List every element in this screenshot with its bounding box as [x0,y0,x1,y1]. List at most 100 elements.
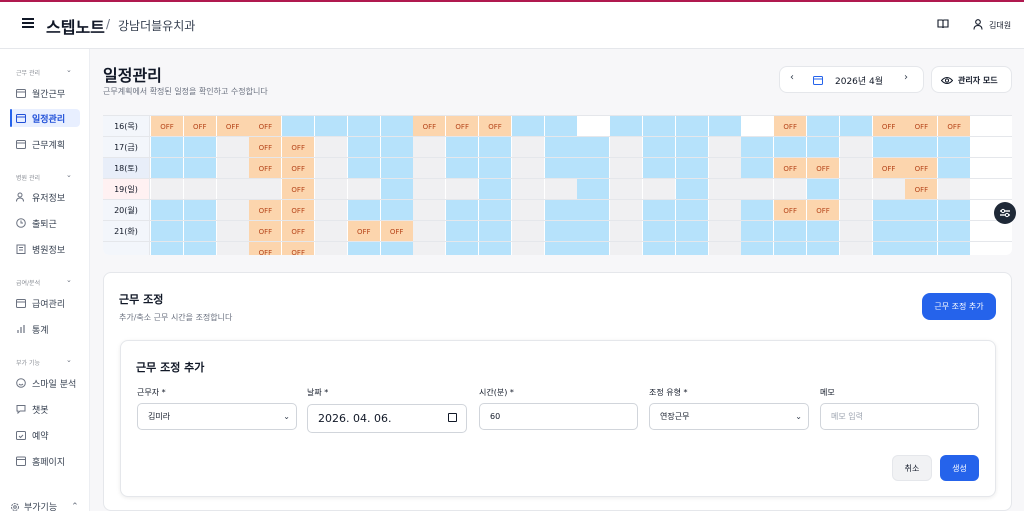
schedule-cell[interactable] [380,137,414,158]
schedule-cell[interactable] [807,179,840,200]
schedule-cell-off[interactable]: OFF [380,221,414,242]
schedule-cell[interactable] [347,179,381,200]
schedule-cell[interactable] [741,116,775,137]
schedule-cell[interactable] [511,200,545,221]
schedule-cell[interactable] [511,137,545,158]
schedule-cell-off[interactable]: OFF [872,116,906,137]
schedule-cell-off[interactable]: OFF [905,116,939,137]
schedule-cell[interactable] [446,200,480,221]
schedule-cell[interactable] [938,221,972,242]
sidebar-item-stats[interactable]: 통계 [10,320,80,338]
schedule-cell[interactable] [577,158,611,179]
schedule-cell-off[interactable]: OFF [774,158,808,179]
schedule-cell[interactable] [511,221,545,242]
schedule-cell[interactable] [413,242,447,255]
minutes-input[interactable]: 60 [479,403,638,430]
schedule-cell[interactable] [315,242,348,255]
schedule-cell[interactable] [872,242,906,255]
sidebar-item-schedule[interactable]: 일정관리 [10,109,80,127]
schedule-cell[interactable] [151,200,184,221]
schedule-cell[interactable] [380,179,414,200]
worker-select[interactable]: 김미라 ⌄ [137,403,297,430]
schedule-cell[interactable] [807,242,840,255]
schedule-cell-off[interactable]: OFF [282,242,316,255]
schedule-cell[interactable] [544,158,578,179]
schedule-cell[interactable] [643,179,676,200]
schedule-cell[interactable] [511,179,545,200]
schedule-cell[interactable] [675,242,709,255]
schedule-cell[interactable] [807,221,840,242]
schedule-cell[interactable] [839,221,873,242]
schedule-cell[interactable] [675,137,709,158]
schedule-cell-off[interactable]: OFF [183,116,217,137]
schedule-cell[interactable] [708,158,742,179]
schedule-cell[interactable] [643,158,676,179]
sidebar-item-monthly[interactable]: 월간근무 [10,84,80,102]
schedule-cell[interactable] [577,179,611,200]
schedule-cell-off[interactable]: OFF [282,221,316,242]
schedule-cell[interactable] [151,158,184,179]
schedule-cell[interactable] [479,137,512,158]
schedule-cell[interactable] [544,137,578,158]
menu-icon[interactable] [22,18,34,28]
create-button[interactable]: 생성 [940,455,979,481]
schedule-cell[interactable] [741,200,775,221]
schedule-cell[interactable] [446,137,480,158]
schedule-cell[interactable] [183,137,217,158]
cancel-button[interactable]: 취소 [892,455,932,481]
schedule-cell[interactable] [315,179,348,200]
sidebar-item-smile[interactable]: 스마일 분석 [10,374,80,392]
schedule-cell[interactable] [479,221,512,242]
schedule-cell[interactable] [839,200,873,221]
schedule-cell[interactable] [643,242,676,255]
schedule-cell[interactable] [577,242,611,255]
schedule-cell[interactable] [872,200,906,221]
schedule-cell[interactable] [643,116,676,137]
schedule-cell[interactable] [807,116,840,137]
sidebar-item-users[interactable]: 유저정보 [10,188,80,206]
schedule-cell[interactable] [643,137,676,158]
schedule-cell-off[interactable]: OFF [413,116,447,137]
schedule-cell-off[interactable]: OFF [249,116,283,137]
schedule-cell-off[interactable]: OFF [807,158,840,179]
schedule-cell[interactable] [708,200,742,221]
schedule-cell[interactable] [315,200,348,221]
schedule-cell-off[interactable]: OFF [905,179,939,200]
schedule-cell[interactable] [347,116,381,137]
schedule-cell[interactable] [544,221,578,242]
schedule-cell[interactable] [446,242,480,255]
schedule-cell[interactable] [610,242,644,255]
schedule-cell-off[interactable]: OFF [807,200,840,221]
sidebar-item-payroll[interactable]: 급여관리 [10,294,80,312]
schedule-cell[interactable] [216,200,250,221]
schedule-cell[interactable] [577,116,611,137]
schedule-cell-off[interactable]: OFF [282,158,316,179]
chevron-down-icon[interactable]: ⌄ [66,66,72,74]
schedule-cell[interactable] [872,179,906,200]
schedule-cell-off[interactable]: OFF [151,116,184,137]
schedule-cell[interactable] [938,200,972,221]
schedule-cell[interactable] [282,116,316,137]
user-icon[interactable] [973,19,983,30]
schedule-cell[interactable] [183,200,217,221]
schedule-cell[interactable] [151,179,184,200]
schedule-cell[interactable] [839,158,873,179]
chevron-down-icon[interactable]: ⌄ [66,356,72,364]
sidebar-item-homepage[interactable]: 홈페이지 [10,452,80,470]
schedule-cell[interactable] [577,137,611,158]
schedule-cell[interactable] [479,200,512,221]
schedule-cell[interactable] [511,116,545,137]
schedule-cell[interactable] [413,137,447,158]
schedule-cell[interactable] [347,137,381,158]
schedule-cell[interactable] [413,200,447,221]
date-field[interactable]: 2026. 04. 06. [307,404,467,433]
memo-input[interactable]: 메모 입력 [820,403,979,430]
schedule-cell[interactable] [708,179,742,200]
schedule-cell[interactable] [544,200,578,221]
schedule-cell[interactable] [774,242,808,255]
schedule-cell[interactable] [708,116,742,137]
schedule-cell[interactable] [347,158,381,179]
schedule-cell[interactable] [183,158,217,179]
schedule-cell[interactable] [610,137,644,158]
admin-mode-button[interactable]: 관리자 모드 [931,66,1012,93]
